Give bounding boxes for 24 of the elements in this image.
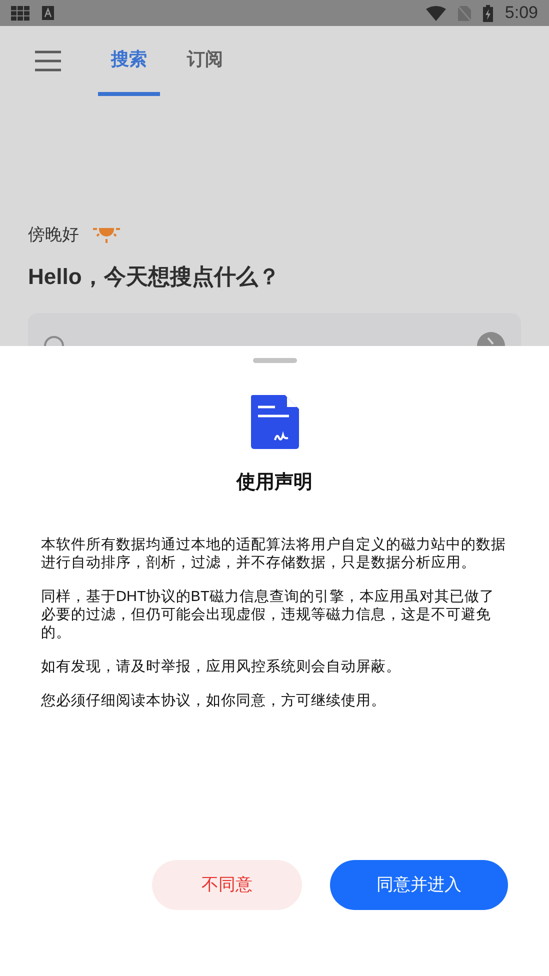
battery-charging-icon xyxy=(482,4,493,22)
document-icon xyxy=(250,395,298,449)
accept-button[interactable]: 同意并进入 xyxy=(330,860,508,910)
search-field[interactable] xyxy=(28,313,521,346)
statement-paragraph: 您必须仔细阅读本协议，如你同意，方可继续使用。 xyxy=(41,692,387,710)
headline: Hello，今天想搜点什么？ xyxy=(28,264,280,289)
tab[interactable]: 订阅 xyxy=(174,26,236,96)
statement-paragraph: 本软件所有数据均通过本地的适配算法将用户自定义的磁力站中的数据进行自动排序，剖析，过滤，并不存储数据，只是数据分析应用。 xyxy=(41,536,507,572)
no-sim-icon xyxy=(458,6,471,20)
search-icon xyxy=(44,336,64,346)
keyboard-icon xyxy=(42,6,54,20)
menu-icon[interactable] xyxy=(35,50,61,72)
decline-button[interactable]: 不同意 xyxy=(152,860,302,910)
greeting: 傍晚好 xyxy=(28,224,79,246)
apps-grid-icon xyxy=(11,6,30,20)
tab[interactable]: 搜索 xyxy=(98,26,160,96)
statement-paragraph: 如有发现，请及时举报，应用风控系统则会自动屏蔽。 xyxy=(41,658,402,676)
statement-paragraph: 同样，基于DHT协议的BT磁力信息查询的引擎，本应用虽对其已做了必要的过滤，但仍可能会出现虚假，违规等磁力信息，这是不可避免的。 xyxy=(41,588,496,642)
drag-handle[interactable] xyxy=(252,358,296,363)
wifi-icon xyxy=(426,6,446,20)
dialog-title: 使用声明 xyxy=(236,471,312,495)
sunset-icon xyxy=(93,227,120,243)
arrow-button-icon[interactable] xyxy=(477,332,505,346)
status-time: 5:09 xyxy=(504,2,538,24)
